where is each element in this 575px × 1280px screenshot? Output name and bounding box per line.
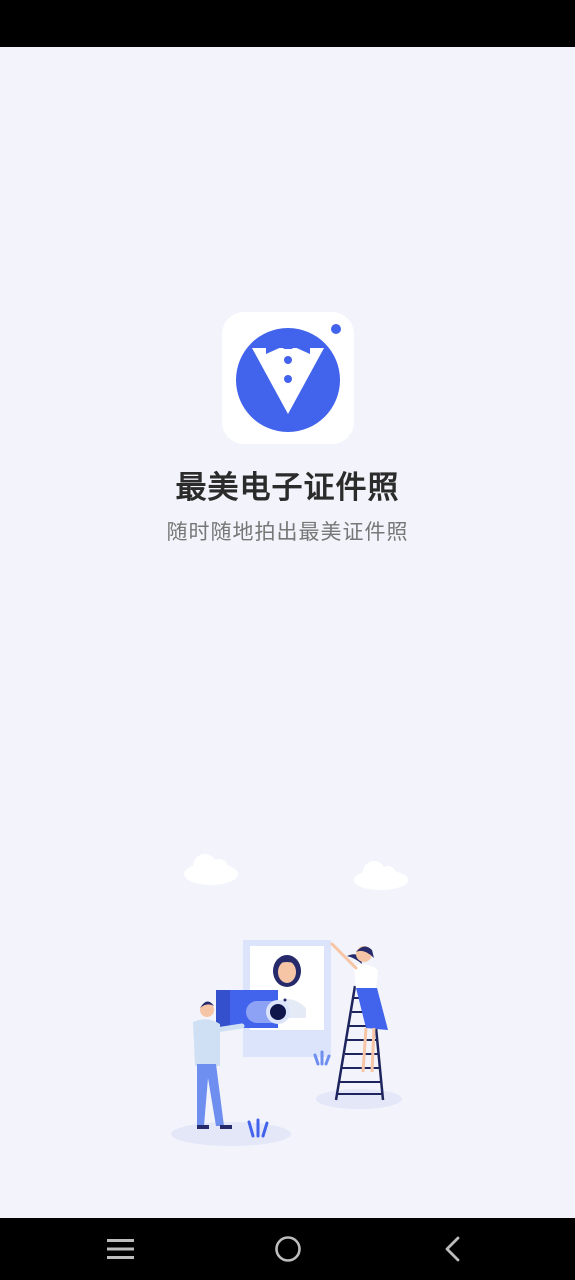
system-navigation-bar <box>0 1218 575 1280</box>
status-bar <box>0 0 575 47</box>
app-logo-icon <box>222 312 354 444</box>
photographer-illustration <box>150 840 420 1160</box>
home-circle-icon[interactable] <box>248 1218 328 1280</box>
cloud-left-icon <box>184 854 238 885</box>
app-slogan: 随时随地拍出最美证件照 <box>166 520 409 544</box>
cloud-right-icon <box>354 861 408 890</box>
app-title: 最美电子证件照 <box>175 470 400 506</box>
back-chevron-icon[interactable] <box>413 1218 493 1280</box>
menu-icon[interactable] <box>81 1218 161 1280</box>
